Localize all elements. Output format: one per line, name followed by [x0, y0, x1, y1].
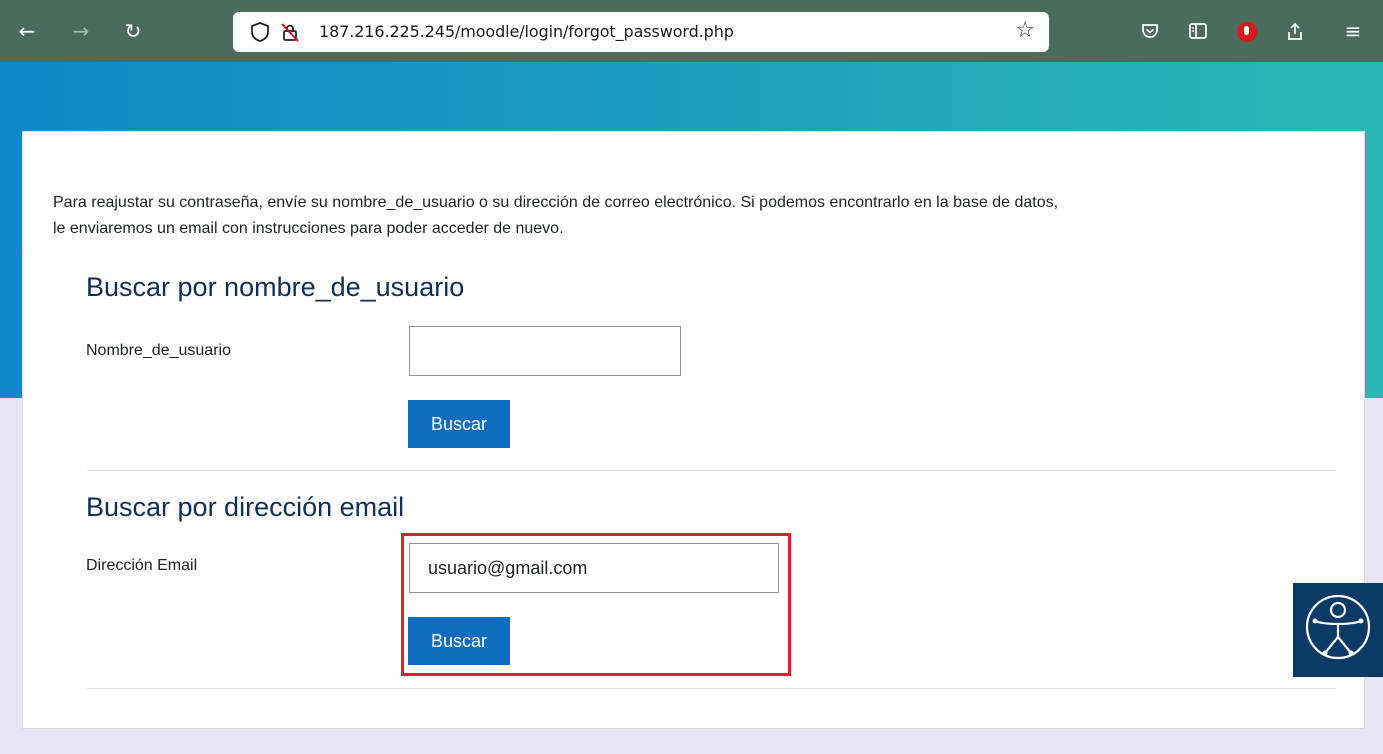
instructions-line-1: Para reajustar su contraseña, envíe su n… — [53, 194, 1059, 211]
menu-icon[interactable]: ≡ — [1338, 16, 1368, 46]
insecure-lock-icon[interactable] — [279, 21, 301, 43]
reload-icon[interactable]: ↻ — [118, 16, 148, 46]
back-icon[interactable]: ← — [12, 16, 42, 46]
pocket-icon[interactable] — [1140, 21, 1160, 41]
accessibility-icon — [1305, 594, 1371, 660]
accessibility-widget[interactable] — [1293, 583, 1383, 677]
username-label: Nombre_de_usuario — [86, 342, 231, 359]
section-divider — [86, 470, 1336, 471]
bookmark-star-icon[interactable]: ☆ — [1015, 18, 1035, 43]
username-section-title: Buscar por nombre_de_usuario — [86, 272, 465, 302]
share-icon[interactable] — [1285, 20, 1305, 42]
browser-toolbar: ← → ↻ 187.216.225.245/moodle/login/forgo… — [0, 0, 1383, 62]
email-section-title: Buscar por dirección email — [86, 492, 405, 522]
url-text[interactable]: 187.216.225.245/moodle/login/forgot_pass… — [319, 22, 734, 41]
instructions-line-2: le enviaremos un email con instrucciones… — [53, 220, 564, 237]
address-bar[interactable]: 187.216.225.245/moodle/login/forgot_pass… — [233, 12, 1049, 52]
shield-icon[interactable] — [249, 21, 271, 43]
forward-icon[interactable]: → — [66, 16, 96, 46]
reader-view-icon[interactable] — [1188, 22, 1208, 40]
highlight-box — [401, 533, 791, 676]
email-label: Dirección Email — [86, 557, 198, 574]
bottom-divider — [86, 688, 1336, 689]
username-input[interactable] — [409, 326, 681, 376]
instructions-text: Para reajustar su contraseña, envíe su n… — [53, 190, 1343, 242]
forgot-password-card: Para reajustar su contraseña, envíe su n… — [22, 131, 1365, 729]
search-username-button[interactable]: Buscar — [408, 400, 510, 448]
extension-icon[interactable] — [1237, 22, 1257, 42]
